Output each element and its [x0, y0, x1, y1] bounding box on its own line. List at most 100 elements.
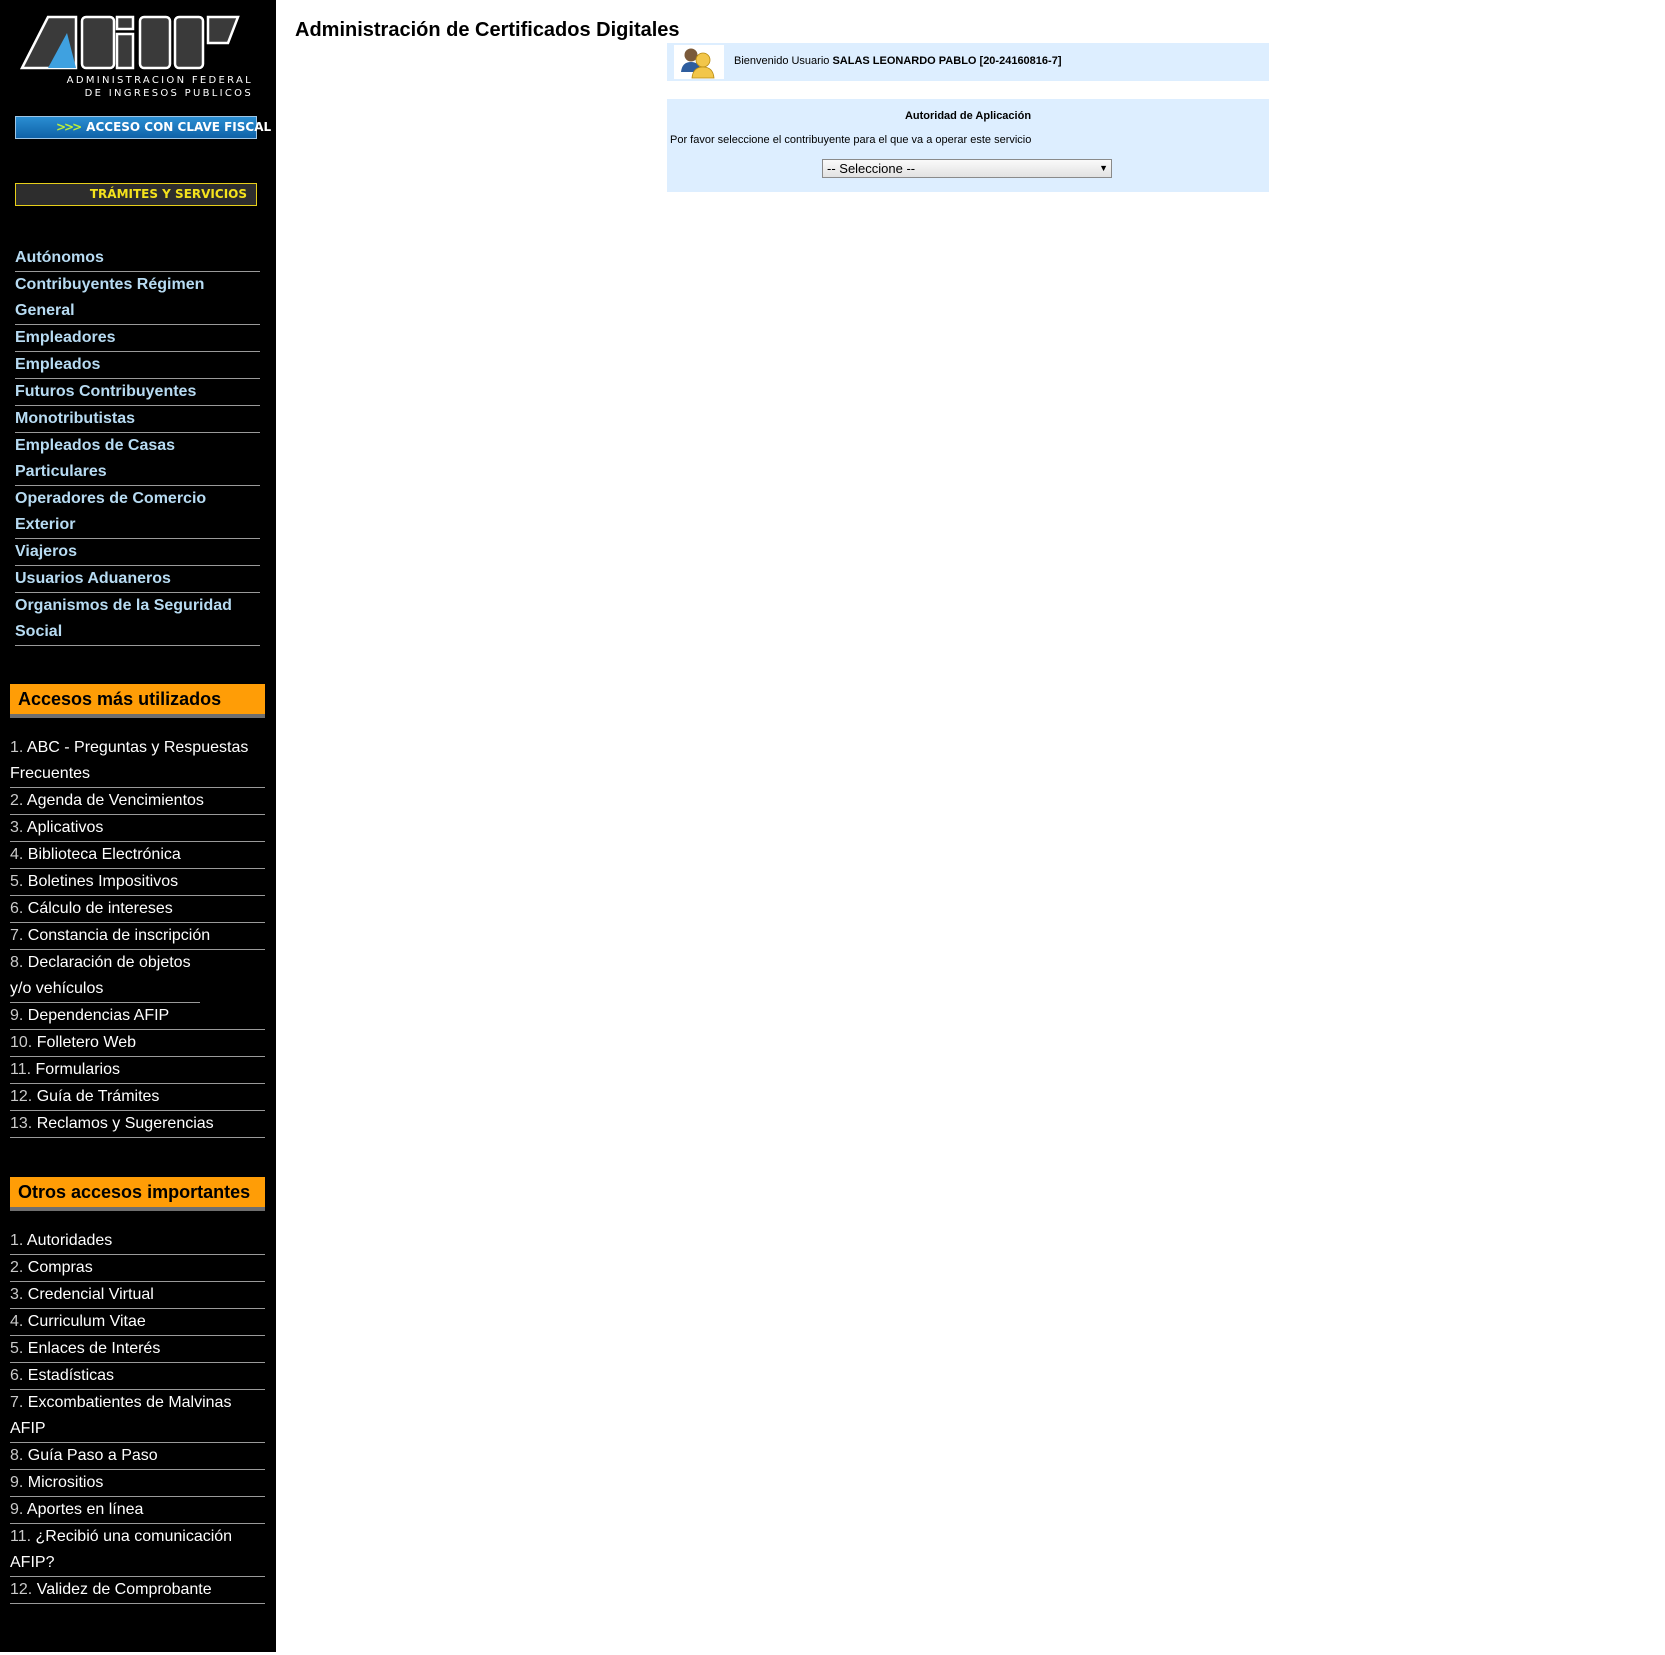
item-label: Excombatientes de Malvinas AFIP	[10, 1394, 232, 1437]
nav-organismos-seguridad-social[interactable]: Organismos de la Seguridad Social	[15, 593, 260, 646]
list-item[interactable]: 4. Biblioteca Electrónica	[10, 842, 265, 869]
item-label: Declaración de objetos y/o vehículos	[10, 954, 191, 997]
clave-fiscal-label: ACCESO CON CLAVE FISCAL	[86, 120, 272, 134]
contribuyente-select[interactable]: -- Seleccione -- ▼	[822, 159, 1112, 178]
select-value: -- Seleccione --	[827, 161, 916, 176]
otros-section-header: Otros accesos importantes	[10, 1177, 265, 1211]
list-item[interactable]: 11. ¿Recibió una comunicación AFIP?	[10, 1524, 265, 1577]
list-item[interactable]: 9. Aportes en línea	[10, 1497, 265, 1524]
item-number: 2.	[10, 1259, 24, 1276]
list-item[interactable]: 2. Agenda de Vencimientos	[10, 788, 265, 815]
item-number: 5.	[10, 1340, 24, 1357]
list-item[interactable]: 3. Credencial Virtual	[10, 1282, 265, 1309]
item-label: Compras	[27, 1259, 93, 1276]
user-name: SALAS LEONARDO PABLO [20-24160816-7]	[832, 55, 1062, 67]
accesos-section-header: Accesos más utilizados	[10, 684, 265, 718]
item-label: Reclamos y Sugerencias	[36, 1115, 214, 1132]
sidebar: ADMINISTRACION FEDERAL DE INGRESOS PUBLI…	[0, 0, 276, 1652]
list-item[interactable]: 12. Validez de Comprobante	[10, 1577, 265, 1604]
item-number: 1.	[10, 739, 24, 756]
item-number: 5.	[10, 873, 24, 890]
select-instruction: Por favor seleccione el contribuyente pa…	[670, 134, 1032, 146]
nav-empleadores[interactable]: Empleadores	[15, 325, 260, 352]
list-item[interactable]: 1. ABC - Preguntas y Respuestas Frecuent…	[10, 735, 265, 788]
item-label: Aportes en línea	[26, 1501, 144, 1518]
nav-empleados-casas-particulares[interactable]: Empleados de Casas Particulares	[15, 433, 260, 486]
item-label: Cálculo de intereses	[27, 900, 173, 917]
authority-panel: Autoridad de Aplicación Por favor selecc…	[667, 99, 1269, 192]
item-label: Boletines Impositivos	[27, 873, 179, 890]
list-item[interactable]: 2. Compras	[10, 1255, 265, 1282]
item-number: 13.	[10, 1115, 33, 1132]
page-title: Administración de Certificados Digitales	[295, 19, 680, 41]
list-item[interactable]: 4. Curriculum Vitae	[10, 1309, 265, 1336]
item-number: 2.	[10, 792, 24, 809]
list-item[interactable]: 9. Micrositios	[10, 1470, 265, 1497]
nav-viajeros[interactable]: Viajeros	[15, 539, 260, 566]
nav-contribuyentes-regimen-general[interactable]: Contribuyentes Régimen General	[15, 272, 260, 325]
item-number: 12.	[10, 1581, 33, 1598]
nav-empleados[interactable]: Empleados	[15, 352, 260, 379]
item-number: 7.	[10, 927, 24, 944]
list-item[interactable]: 10. Folletero Web	[10, 1030, 265, 1057]
list-item[interactable]: 8. Declaración de objetos y/o vehículos	[10, 950, 200, 1003]
item-label: ¿Recibió una comunicación AFIP?	[10, 1528, 233, 1571]
list-item[interactable]: 1. Autoridades	[10, 1228, 265, 1255]
welcome-message: Bienvenido Usuario SALAS LEONARDO PABLO …	[734, 55, 1061, 67]
item-number: 9.	[10, 1501, 24, 1518]
list-item[interactable]: 12. Guía de Trámites	[10, 1084, 265, 1111]
item-number: 10.	[10, 1034, 33, 1051]
nav-operadores-comercio-exterior[interactable]: Operadores de Comercio Exterior	[15, 486, 260, 539]
item-label: Curriculum Vitae	[27, 1313, 146, 1330]
item-number: 6.	[10, 900, 24, 917]
list-item[interactable]: 3. Aplicativos	[10, 815, 265, 842]
list-item[interactable]: 11. Formularios	[10, 1057, 265, 1084]
item-number: 9.	[10, 1474, 24, 1491]
list-item[interactable]: 5. Boletines Impositivos	[10, 869, 265, 896]
list-item[interactable]: 5. Enlaces de Interés	[10, 1336, 265, 1363]
chevrons-icon: >>>	[56, 120, 82, 134]
welcome-prefix: Bienvenido Usuario	[734, 55, 830, 67]
welcome-bar: Bienvenido Usuario SALAS LEONARDO PABLO …	[667, 43, 1269, 81]
tramites-servicios-button[interactable]: TRÁMITES Y SERVICIOS	[15, 183, 257, 206]
list-item[interactable]: 6. Estadísticas	[10, 1363, 265, 1390]
item-label: Micrositios	[27, 1474, 104, 1491]
logo-subtitle-line1: ADMINISTRACION FEDERAL	[66, 75, 253, 86]
nav-usuarios-aduaneros[interactable]: Usuarios Aduaneros	[15, 566, 260, 593]
clave-fiscal-button[interactable]: >>> ACCESO CON CLAVE FISCAL	[15, 116, 271, 139]
accesos-list: 1. ABC - Preguntas y Respuestas Frecuent…	[10, 735, 265, 1138]
afip-logo[interactable]: ADMINISTRACION FEDERAL DE INGRESOS PUBLI…	[19, 13, 260, 99]
item-label: Formularios	[35, 1061, 120, 1078]
item-number: 6.	[10, 1367, 24, 1384]
list-item[interactable]: 8. Guía Paso a Paso	[10, 1443, 265, 1470]
item-number: 9.	[10, 1007, 24, 1024]
list-item[interactable]: 6. Cálculo de intereses	[10, 896, 265, 923]
nav-futuros-contribuyentes[interactable]: Futuros Contribuyentes	[15, 379, 260, 406]
item-label: Aplicativos	[26, 819, 104, 836]
item-label: Folletero Web	[36, 1034, 137, 1051]
item-label: Estadísticas	[27, 1367, 115, 1384]
list-item[interactable]: 7. Constancia de inscripción	[10, 923, 265, 950]
item-label: Enlaces de Interés	[27, 1340, 161, 1357]
item-number: 4.	[10, 846, 24, 863]
list-item[interactable]: 13. Reclamos y Sugerencias	[10, 1111, 265, 1138]
item-number: 8.	[10, 954, 24, 971]
item-number: 12.	[10, 1088, 33, 1105]
profile-nav: Autónomos Contribuyentes Régimen General…	[15, 245, 260, 646]
authority-title: Autoridad de Aplicación	[904, 110, 1032, 122]
list-item[interactable]: 7. Excombatientes de Malvinas AFIP	[10, 1390, 265, 1443]
item-number: 11.	[10, 1061, 32, 1078]
item-label: Agenda de Vencimientos	[26, 792, 204, 809]
nav-monotributistas[interactable]: Monotributistas	[15, 406, 260, 433]
item-number: 1.	[10, 1232, 24, 1249]
item-label: ABC - Preguntas y Respuestas Frecuentes	[10, 739, 249, 782]
item-label: Biblioteca Electrónica	[27, 846, 181, 863]
item-label: Credencial Virtual	[27, 1286, 154, 1303]
item-label: Autoridades	[26, 1232, 113, 1249]
item-label: Constancia de inscripción	[27, 927, 211, 944]
afip-logo-mark	[19, 15, 240, 70]
item-number: 3.	[10, 1286, 24, 1303]
list-item[interactable]: 9. Dependencias AFIP	[10, 1003, 265, 1030]
nav-autonomos[interactable]: Autónomos	[15, 245, 260, 272]
item-number: 7.	[10, 1394, 24, 1411]
